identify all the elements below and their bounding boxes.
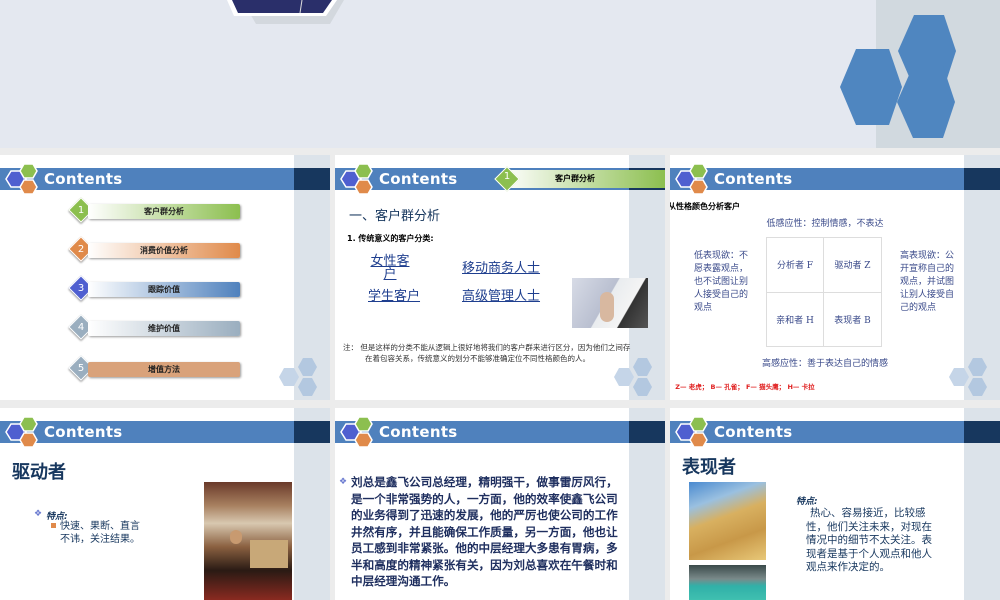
slide-heading: 驱动者 <box>12 462 66 483</box>
slide-heading: 一、客户群分析 <box>349 209 441 224</box>
subheading: 1. 传统意义的客户分类: <box>347 234 434 243</box>
header-title: Contents <box>44 423 123 441</box>
grid-cell-amiable: 亲和者 H <box>767 292 824 346</box>
hexagon-decoration <box>840 15 956 138</box>
top-axis-label: 低感应性：控制情感，不表达 <box>766 219 884 229</box>
right-axis-label: 高表现欲：公开宣称自己的观点，并试图让别人接受自己的观点 <box>900 251 955 313</box>
header-title: Contents <box>44 170 123 188</box>
contents-item-5[interactable]: 5 增值方法 <box>68 355 242 381</box>
personality-grid: 分析者 F 驱动者 Z 亲和者 H 表现者 B <box>766 237 882 347</box>
link-students[interactable]: 学生客户 <box>368 285 420 304</box>
header-title: Contents <box>379 170 458 188</box>
left-axis-label: 低表现欲：不愿表露观点，也不试图让别人接受自己的观点 <box>694 251 749 313</box>
slide-thumbnail-4[interactable]: Contents 驱动者 ❖ 特点: 快速、果断、直言不讳，关注结果。 <box>0 408 330 600</box>
contents-item-1[interactable]: 1 客户群分析 <box>68 197 242 223</box>
grid-cell-driver: 驱动者 Z <box>824 238 881 293</box>
header-title: Contents <box>714 423 793 441</box>
slide-thumbnail-1[interactable]: Contents 1 客户群分析 2 消费价值分析 3 跟踪价值 4 维护价值 … <box>0 155 330 400</box>
contents-item-4[interactable]: 4 维护价值 <box>68 314 242 340</box>
contents-item-3[interactable]: 3 跟踪价值 <box>68 275 242 301</box>
hexagon-decoration <box>949 358 987 396</box>
link-female-customers[interactable]: 女性客户 <box>368 255 412 281</box>
section-number: 1 <box>503 171 511 182</box>
link-mobile-business[interactable]: 移动商务人士 <box>462 257 540 276</box>
header-title: Contents <box>714 170 793 188</box>
hexagon-photo <box>227 0 344 24</box>
hexagon-logo-icon <box>5 163 38 195</box>
header-title: Contents <box>379 423 458 441</box>
hexagon-logo-icon <box>675 416 708 448</box>
office-meeting-photo <box>572 278 648 328</box>
slide-top-partial[interactable] <box>0 0 1000 148</box>
slide-heading: 从性格颜色分析客户 <box>670 202 740 211</box>
feature-text: 热心、容易接近，比较感性，他们关注未来，对现在情况中的细节不太关注。表现者是基于… <box>806 507 932 573</box>
item-label: 跟踪价值 <box>88 282 240 297</box>
businessman-photo <box>204 482 292 600</box>
slide-thumbnail-2[interactable]: 客户群分析 1 Contents 一、客户群分析 1. 传统意义的客户分类: 女… <box>335 155 665 400</box>
legend-text: 注： Z— 老虎； B— 孔雀； F— 猫头鹰； H— 卡拉 <box>670 383 815 391</box>
slide-thumbnail-3[interactable]: Contents 从性格颜色分析客户 低感应性：控制情感，不表达 低表现欲：不愿… <box>670 155 1000 400</box>
item-label: 增值方法 <box>88 362 240 377</box>
hexagon-logo-icon <box>340 163 373 195</box>
note-text: 注： 但是这样的分类不能从逻辑上很好地将我们的客户群来进行区分，因为他们之间存在… <box>343 343 631 363</box>
slide-heading: 表现者 <box>682 457 736 478</box>
section-tab: 客户群分析 <box>503 170 665 188</box>
case-paragraph: 刘总是鑫飞公司总经理，精明强干，做事雷厉风行，是一个非常强势的人，一方面，他的效… <box>351 475 618 588</box>
diamond-bullet-icon: ❖ <box>34 509 43 519</box>
bottom-axis-label: 高感应性：善于表达自己的情感 <box>761 359 888 369</box>
grid-cell-expressive: 表现者 B <box>834 315 871 326</box>
slide-thumbnail-6[interactable]: Contents 表现者 特点: 热心、容易接近，比较感性，他们关注未来，对现在… <box>670 408 1000 600</box>
contents-item-2[interactable]: 2 消费价值分析 <box>68 236 242 262</box>
diamond-bullet-icon: ❖ <box>339 477 348 487</box>
hexagon-decoration <box>279 358 317 396</box>
item-label: 消费价值分析 <box>88 243 240 258</box>
item-label: 客户群分析 <box>88 204 240 219</box>
hexagon-logo-icon <box>340 416 373 448</box>
square-bullet-icon <box>51 523 56 528</box>
hexagon-logo-icon <box>675 163 708 195</box>
link-senior-managers[interactable]: 高级管理人士 <box>462 285 540 304</box>
feature-text: 快速、果断、直言不讳，关注结果。 <box>60 521 140 545</box>
water-photo <box>689 565 766 600</box>
hexagon-logo-icon <box>5 416 38 448</box>
grid-cell-analyzer: 分析者 F <box>767 238 824 293</box>
item-label: 维护价值 <box>88 321 240 336</box>
feature-label: 特点: <box>796 497 818 507</box>
slide-thumbnail-5[interactable]: Contents ❖ 刘总是鑫飞公司总经理，精明强干，做事雷厉风行，是一个非常强… <box>335 408 665 600</box>
hexagon-decoration <box>614 358 652 396</box>
beach-photo <box>689 482 766 560</box>
